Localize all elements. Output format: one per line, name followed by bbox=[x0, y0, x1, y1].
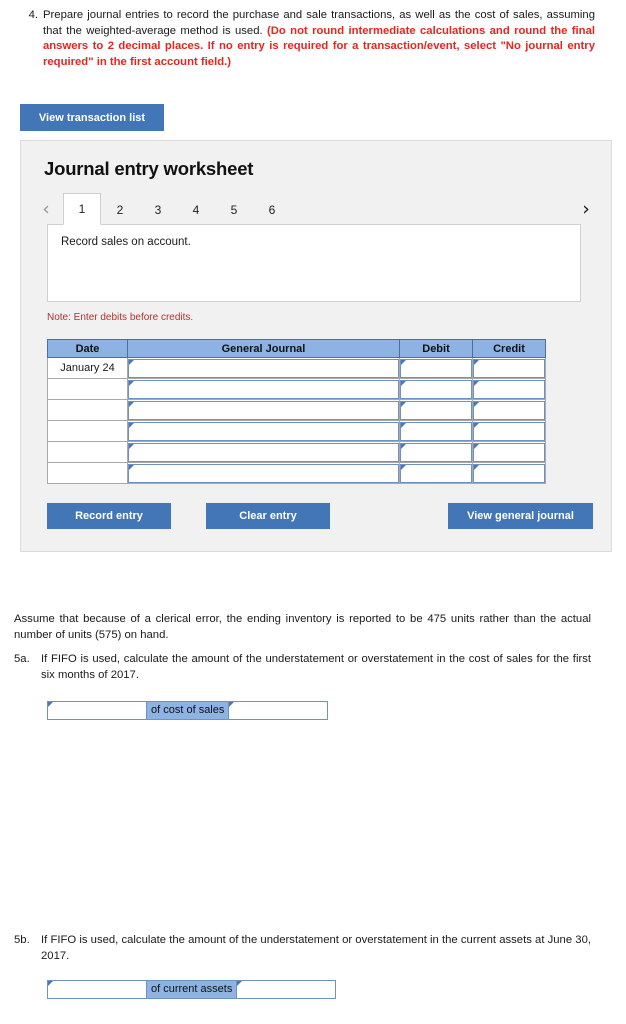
journal-entry-table: Date General Journal Debit Credit Januar… bbox=[47, 339, 546, 484]
date-value-1: January 24 bbox=[60, 361, 115, 374]
cell-debit[interactable] bbox=[399, 357, 473, 379]
tab-4[interactable]: 4 bbox=[177, 193, 215, 225]
table-row bbox=[47, 462, 546, 484]
tab-list: 1 2 3 4 5 6 bbox=[63, 193, 291, 225]
account-field-5[interactable] bbox=[128, 442, 399, 462]
cell-date bbox=[47, 378, 128, 400]
table-row bbox=[47, 378, 546, 400]
assume-paragraph: Assume that because of a clerical error,… bbox=[14, 613, 591, 641]
answer-5a-amount-input[interactable] bbox=[47, 701, 147, 720]
tab-5[interactable]: 5 bbox=[215, 193, 253, 225]
cell-credit[interactable] bbox=[472, 378, 546, 400]
question-5b-text: If FIFO is used, calculate the amount of… bbox=[41, 934, 591, 962]
debit-field-5[interactable] bbox=[400, 442, 472, 462]
record-entry-button[interactable]: Record entry bbox=[47, 503, 171, 529]
answer-row-5b: of current assets bbox=[47, 980, 337, 999]
answer-5a-label: of cost of sales bbox=[147, 701, 229, 720]
transaction-description-text: Record sales on account. bbox=[61, 236, 191, 248]
account-field-6[interactable] bbox=[128, 463, 399, 483]
question-5a-number: 5a. bbox=[14, 653, 30, 665]
cell-date: January 24 bbox=[47, 357, 128, 379]
question-5a-text: If FIFO is used, calculate the amount of… bbox=[41, 653, 591, 681]
credit-field-5[interactable] bbox=[473, 442, 545, 462]
tab-6[interactable]: 6 bbox=[253, 193, 291, 225]
answer-5b-amount-input[interactable] bbox=[47, 980, 147, 999]
table-row bbox=[47, 441, 546, 463]
cell-credit[interactable] bbox=[472, 399, 546, 421]
column-header-general-journal: General Journal bbox=[127, 339, 400, 358]
debit-field-3[interactable] bbox=[400, 400, 472, 420]
cell-debit[interactable] bbox=[399, 462, 473, 484]
column-header-credit: Credit bbox=[472, 339, 546, 358]
tab-2[interactable]: 2 bbox=[101, 193, 139, 225]
account-field-1[interactable] bbox=[128, 358, 399, 378]
worksheet-tabs: ‹ 1 2 3 4 5 6 › bbox=[37, 193, 597, 225]
page-root: 4. Prepare journal entries to record the… bbox=[0, 0, 626, 1024]
cell-debit[interactable] bbox=[399, 378, 473, 400]
cell-general-journal[interactable] bbox=[127, 357, 400, 379]
clear-entry-button[interactable]: Clear entry bbox=[206, 503, 330, 529]
question-5b-number: 5b. bbox=[14, 934, 30, 946]
cell-general-journal[interactable] bbox=[127, 420, 400, 442]
cell-credit[interactable] bbox=[472, 420, 546, 442]
answer-5b-direction-select[interactable] bbox=[236, 980, 337, 999]
chevron-right-icon[interactable]: › bbox=[577, 197, 595, 221]
cell-debit[interactable] bbox=[399, 420, 473, 442]
cell-credit[interactable] bbox=[472, 357, 546, 379]
credit-field-4[interactable] bbox=[473, 421, 545, 441]
debit-field-4[interactable] bbox=[400, 421, 472, 441]
account-field-4[interactable] bbox=[128, 421, 399, 441]
table-row bbox=[47, 399, 546, 421]
view-transaction-list-button[interactable]: View transaction list bbox=[20, 104, 164, 131]
question-4-number: 4. bbox=[28, 9, 38, 21]
column-header-debit: Debit bbox=[399, 339, 473, 358]
debit-field-1[interactable] bbox=[400, 358, 472, 378]
cell-debit[interactable] bbox=[399, 399, 473, 421]
debit-field-6[interactable] bbox=[400, 463, 472, 483]
cell-general-journal[interactable] bbox=[127, 378, 400, 400]
table-row bbox=[47, 420, 546, 442]
cell-debit[interactable] bbox=[399, 441, 473, 463]
credit-field-6[interactable] bbox=[473, 463, 545, 483]
question-4-body: Prepare journal entries to record the pu… bbox=[43, 8, 595, 70]
transaction-description-box: Record sales on account. bbox=[47, 224, 581, 302]
journal-entry-worksheet-panel: Journal entry worksheet ‹ 1 2 3 4 5 6 › … bbox=[20, 140, 612, 552]
question-5b: 5b. If FIFO is used, calculate the amoun… bbox=[14, 933, 591, 964]
cell-date bbox=[47, 420, 128, 442]
credit-field-3[interactable] bbox=[473, 400, 545, 420]
question-4: 4. Prepare journal entries to record the… bbox=[20, 8, 595, 70]
tab-1[interactable]: 1 bbox=[63, 193, 101, 225]
cell-date bbox=[47, 462, 128, 484]
chevron-left-icon[interactable]: ‹ bbox=[37, 197, 55, 221]
credit-field-2[interactable] bbox=[473, 379, 545, 399]
debit-field-2[interactable] bbox=[400, 379, 472, 399]
cell-date bbox=[47, 399, 128, 421]
table-header-row: Date General Journal Debit Credit bbox=[47, 339, 546, 358]
table-row: January 24 bbox=[47, 357, 546, 379]
worksheet-title: Journal entry worksheet bbox=[44, 158, 254, 179]
cell-general-journal[interactable] bbox=[127, 462, 400, 484]
cell-credit[interactable] bbox=[472, 462, 546, 484]
question-5a: 5a. If FIFO is used, calculate the amoun… bbox=[14, 652, 591, 683]
column-header-date: Date bbox=[47, 339, 128, 358]
cell-date bbox=[47, 441, 128, 463]
view-general-journal-button[interactable]: View general journal bbox=[448, 503, 593, 529]
cell-credit[interactable] bbox=[472, 441, 546, 463]
account-field-2[interactable] bbox=[128, 379, 399, 399]
cell-general-journal[interactable] bbox=[127, 399, 400, 421]
debits-before-credits-note: Note: Enter debits before credits. bbox=[47, 312, 194, 323]
answer-row-5a: of cost of sales bbox=[47, 701, 329, 720]
credit-field-1[interactable] bbox=[473, 358, 545, 378]
account-field-3[interactable] bbox=[128, 400, 399, 420]
cell-general-journal[interactable] bbox=[127, 441, 400, 463]
answer-5b-label: of current assets bbox=[147, 980, 237, 999]
answer-5a-direction-select[interactable] bbox=[228, 701, 329, 720]
tab-3[interactable]: 3 bbox=[139, 193, 177, 225]
